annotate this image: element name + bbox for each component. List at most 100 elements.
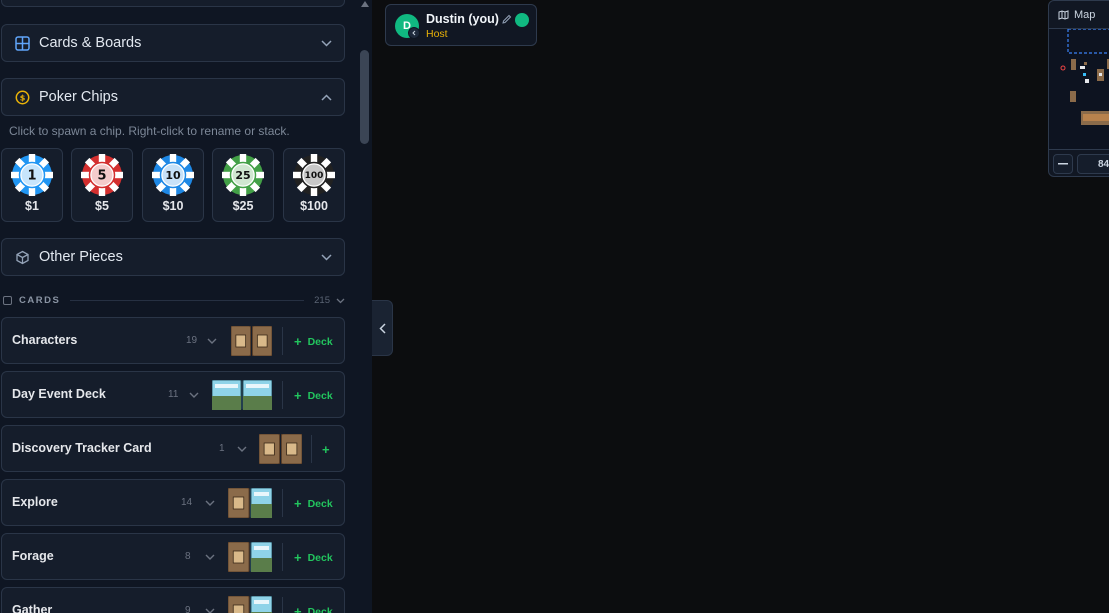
chip-face: 10 xyxy=(165,169,181,182)
minimap-view[interactable] xyxy=(1049,28,1109,149)
add-deck-button[interactable]: + Deck xyxy=(294,550,333,565)
poker-chip-icon: 10 xyxy=(152,154,194,196)
minimap-panel: Map 84 xyxy=(1048,0,1109,177)
pencil-icon[interactable] xyxy=(501,14,512,25)
app-root: Cards & Boards $ Poker Chips Click to sp… xyxy=(0,0,1109,613)
grid-icon xyxy=(14,35,30,51)
badge-icon xyxy=(408,27,420,39)
add-deck-button[interactable]: + xyxy=(322,442,336,457)
chip-value: $5 xyxy=(95,199,109,213)
section-other-pieces[interactable]: Other Pieces xyxy=(1,238,345,276)
plus-icon: + xyxy=(294,496,302,511)
chevron-down-icon[interactable] xyxy=(237,445,247,453)
plus-icon: + xyxy=(294,334,302,349)
chip-face: 100 xyxy=(305,171,324,181)
card-thumbnails xyxy=(212,380,272,410)
minus-icon xyxy=(1058,163,1068,165)
chip-10[interactable]: 10 $10 xyxy=(142,148,204,222)
plus-icon: + xyxy=(322,442,330,457)
minimap-controls: 84 xyxy=(1049,149,1109,176)
divider xyxy=(311,435,312,463)
divider xyxy=(282,543,283,571)
cards-count: 215 xyxy=(314,294,330,306)
add-deck-label: Deck xyxy=(307,335,333,348)
scroll-up-icon[interactable] xyxy=(361,1,369,7)
card-row-discovery-tracker-card[interactable]: Discovery Tracker Card 1 + xyxy=(1,425,345,472)
card-count: 19 xyxy=(186,335,198,346)
poker-chip-icon: 5 xyxy=(81,154,123,196)
add-deck-label: Deck xyxy=(307,551,333,564)
game-canvas[interactable] xyxy=(372,0,1109,613)
chip-value: $1 xyxy=(25,199,39,213)
chip-palette: 1 $1 5 $5 10 $10 25 $25 100 $100 xyxy=(1,148,345,222)
chevron-down-icon[interactable] xyxy=(205,499,215,507)
card-row-day-event-deck[interactable]: Day Event Deck 11 + Deck xyxy=(1,371,345,418)
plus-icon: + xyxy=(294,550,302,565)
section-cards-boards[interactable]: Cards & Boards xyxy=(1,24,345,62)
cards-title: CARDS xyxy=(19,294,61,306)
sidebar-scrollbar[interactable] xyxy=(357,0,372,613)
card-count: 14 xyxy=(181,497,193,508)
chevron-down-icon xyxy=(336,291,345,309)
chip-25[interactable]: 25 $25 xyxy=(212,148,274,222)
card-group-name: Discovery Tracker Card xyxy=(12,441,152,455)
chip-value: $25 xyxy=(232,199,254,213)
chip-face: 5 xyxy=(97,169,106,184)
chevron-up-icon xyxy=(320,91,332,103)
card-row-gather[interactable]: Gather 9 + Deck xyxy=(1,587,345,613)
minimap-header[interactable]: Map xyxy=(1049,1,1109,29)
chip-face: 25 xyxy=(235,169,250,182)
divider xyxy=(282,489,283,517)
section-label: Cards & Boards xyxy=(39,35,142,51)
minimap-content xyxy=(1060,28,1109,125)
divider xyxy=(282,327,283,355)
player-card[interactable]: D Dustin (you) Host xyxy=(385,4,537,46)
chevron-down-icon[interactable] xyxy=(205,607,215,613)
card-row-forage[interactable]: Forage 8 + Deck xyxy=(1,533,345,580)
cube-icon xyxy=(14,249,30,265)
chip-5[interactable]: 5 $5 xyxy=(71,148,133,222)
chip-hint: Click to spawn a chip. Right-click to re… xyxy=(9,124,290,138)
add-deck-label: Deck xyxy=(307,605,333,613)
section-top-partial[interactable] xyxy=(1,0,345,7)
section-label: Poker Chips xyxy=(39,89,118,105)
chevron-down-icon[interactable] xyxy=(205,553,215,561)
card-count: 11 xyxy=(168,389,179,400)
add-deck-button[interactable]: + Deck xyxy=(294,334,333,349)
collapse-sidebar-button[interactable] xyxy=(372,300,393,356)
chevron-down-icon[interactable] xyxy=(207,337,217,345)
card-count: 1 xyxy=(219,443,225,454)
divider xyxy=(70,299,305,301)
card-thumbnails xyxy=(228,542,272,572)
card-row-explore[interactable]: Explore 14 + Deck xyxy=(1,479,345,526)
card-count: 8 xyxy=(185,551,191,562)
minimap-title: Map xyxy=(1074,8,1096,21)
chevron-down-icon xyxy=(320,251,332,263)
cards-header[interactable]: CARDS 215 xyxy=(3,293,345,307)
chevron-down-icon xyxy=(320,37,332,49)
add-deck-button[interactable]: + Deck xyxy=(294,388,333,403)
zoom-level: 84 xyxy=(1077,154,1109,174)
chip-1[interactable]: 1 $1 xyxy=(1,148,63,222)
poker-chip-icon: 100 xyxy=(293,154,335,196)
zoom-out-button[interactable] xyxy=(1053,154,1073,174)
chevron-down-icon[interactable] xyxy=(189,391,199,399)
card-thumbnails xyxy=(259,434,302,464)
add-deck-button[interactable]: + Deck xyxy=(294,604,333,613)
card-count: 9 xyxy=(185,605,191,613)
chip-100[interactable]: 100 $100 xyxy=(283,148,345,222)
card-thumbnails xyxy=(228,488,272,518)
card-thumbnails xyxy=(228,596,272,613)
svg-text:$: $ xyxy=(19,93,25,102)
scrollbar-thumb[interactable] xyxy=(360,50,369,144)
poker-chip-icon: 1 xyxy=(11,154,53,196)
add-deck-button[interactable]: + Deck xyxy=(294,496,333,511)
card-group-name: Forage xyxy=(12,549,54,563)
poker-chip-icon: 25 xyxy=(222,154,264,196)
card-row-characters[interactable]: Characters 19 + Deck xyxy=(1,317,345,364)
section-poker-chips[interactable]: $ Poker Chips xyxy=(1,78,345,116)
select-all-checkbox[interactable] xyxy=(3,295,12,305)
sidebar: Cards & Boards $ Poker Chips Click to sp… xyxy=(0,0,357,613)
add-deck-label: Deck xyxy=(307,497,333,510)
player-role: Host xyxy=(426,28,448,40)
